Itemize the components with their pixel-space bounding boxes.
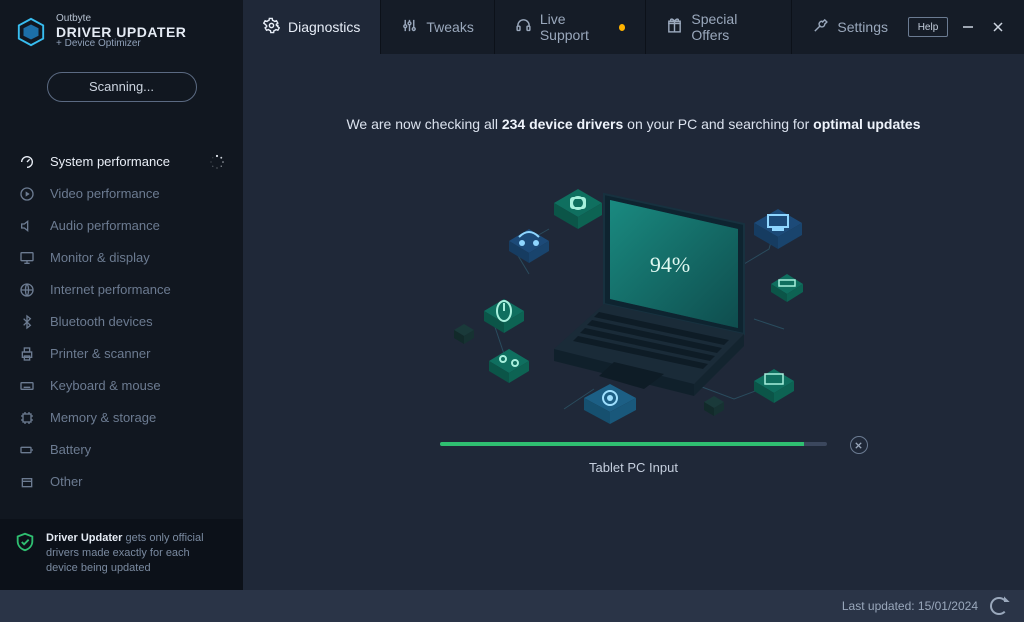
content-area: We are now checking all 234 device drive… <box>243 54 1024 590</box>
sidebar-item-audio-performance[interactable]: Audio performance <box>0 210 243 242</box>
progress-fill <box>440 442 804 446</box>
tab-label: Settings <box>837 19 888 35</box>
laptop-illustration: 94% <box>454 154 814 434</box>
current-scan-item: Tablet PC Input <box>589 460 678 475</box>
sidebar-item-system-performance[interactable]: System performance <box>0 146 243 178</box>
progress-bar <box>440 442 827 446</box>
scan-progress: Tablet PC Input <box>434 442 834 475</box>
tab-label: Special Offers <box>691 11 771 43</box>
refresh-button[interactable] <box>990 597 1008 615</box>
brand-small: Outbyte <box>56 14 186 25</box>
scan-button[interactable]: Scanning... <box>47 72 197 102</box>
sidebar-nav: System performance Video performance Aud… <box>0 146 243 498</box>
gift-icon <box>666 17 683 37</box>
globe-icon <box>18 281 36 299</box>
tab-live-support[interactable]: Live Support <box>495 0 647 54</box>
sidebar-item-label: System performance <box>50 154 170 169</box>
wrench-icon <box>812 17 829 37</box>
speaker-icon <box>18 217 36 235</box>
box-icon <box>18 473 36 491</box>
tab-tweaks[interactable]: Tweaks <box>381 0 494 54</box>
sidebar-item-monitor-display[interactable]: Monitor & display <box>0 242 243 274</box>
sidebar-item-printer-scanner[interactable]: Printer & scanner <box>0 338 243 370</box>
loading-spinner-icon <box>209 154 225 170</box>
tab-label: Live Support <box>540 11 611 43</box>
sidebar-item-label: Battery <box>50 442 91 457</box>
tab-diagnostics[interactable]: Diagnostics <box>243 0 381 54</box>
cancel-scan-button[interactable] <box>850 436 868 454</box>
printer-icon <box>18 345 36 363</box>
sidebar: Outbyte DRIVER UPDATER + Device Optimize… <box>0 0 243 590</box>
sidebar-item-label: Video performance <box>50 186 160 201</box>
brand-logo-icon <box>16 17 46 47</box>
sidebar-item-label: Memory & storage <box>50 410 156 425</box>
sidebar-item-other[interactable]: Other <box>0 466 243 498</box>
minimize-button[interactable] <box>958 17 978 37</box>
play-circle-icon <box>18 185 36 203</box>
sidebar-item-label: Keyboard & mouse <box>50 378 161 393</box>
monitor-icon <box>18 249 36 267</box>
speedometer-icon <box>18 153 36 171</box>
sidebar-footer: Driver Updater gets only official driver… <box>0 519 243 590</box>
shield-check-icon <box>14 531 36 576</box>
statusbar: Last updated: 15/01/2024 <box>0 590 1024 622</box>
sidebar-item-bluetooth-devices[interactable]: Bluetooth devices <box>0 306 243 338</box>
sidebar-footer-text: Driver Updater gets only official driver… <box>46 531 216 576</box>
tab-special-offers[interactable]: Special Offers <box>646 0 792 54</box>
brand-block: Outbyte DRIVER UPDATER + Device Optimize… <box>0 0 243 58</box>
sidebar-item-video-performance[interactable]: Video performance <box>0 178 243 210</box>
sidebar-item-memory-storage[interactable]: Memory & storage <box>0 402 243 434</box>
sidebar-item-label: Audio performance <box>50 218 160 233</box>
sidebar-item-keyboard-mouse[interactable]: Keyboard & mouse <box>0 370 243 402</box>
topbar: Diagnostics Tweaks Live Support Special … <box>243 0 1024 54</box>
keyboard-icon <box>18 377 36 395</box>
last-updated-text: Last updated: 15/01/2024 <box>842 599 978 613</box>
close-button[interactable] <box>988 17 1008 37</box>
sidebar-item-battery[interactable]: Battery <box>0 434 243 466</box>
sidebar-item-label: Other <box>50 474 83 489</box>
tab-label: Diagnostics <box>288 19 360 35</box>
brand-sub: + Device Optimizer <box>56 39 186 50</box>
headset-icon <box>515 17 532 37</box>
tab-settings[interactable]: Settings <box>792 0 908 54</box>
scan-message: We are now checking all 234 device drive… <box>346 116 920 132</box>
scan-percent-text: 94% <box>649 252 689 277</box>
chip-icon <box>18 409 36 427</box>
help-button[interactable]: Help <box>908 17 948 37</box>
sidebar-item-internet-performance[interactable]: Internet performance <box>0 274 243 306</box>
sliders-icon <box>401 17 418 37</box>
notification-dot-icon <box>619 24 625 31</box>
bluetooth-icon <box>18 313 36 331</box>
sidebar-item-label: Internet performance <box>50 282 171 297</box>
brand-big: DRIVER UPDATER <box>56 25 186 40</box>
sidebar-item-label: Printer & scanner <box>50 346 150 361</box>
battery-icon <box>18 441 36 459</box>
tab-label: Tweaks <box>426 19 473 35</box>
gear-diagnostics-icon <box>263 17 280 37</box>
sidebar-item-label: Monitor & display <box>50 250 150 265</box>
main-panel: Diagnostics Tweaks Live Support Special … <box>243 0 1024 590</box>
sidebar-item-label: Bluetooth devices <box>50 314 153 329</box>
